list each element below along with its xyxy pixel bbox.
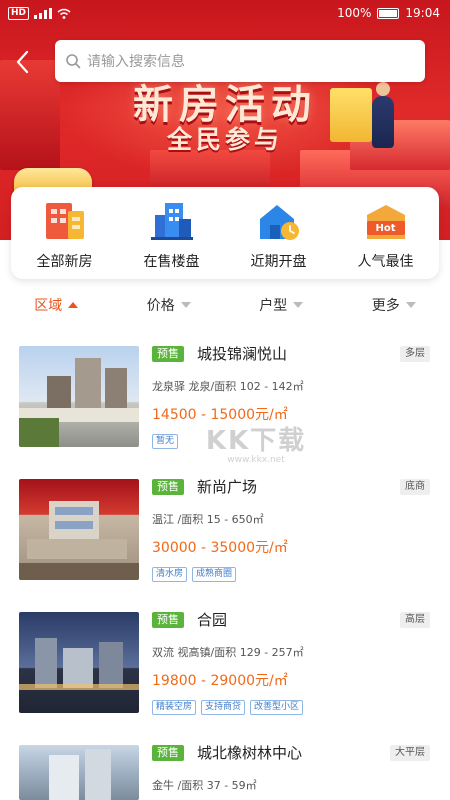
list-item[interactable]: 预售 新尚广场 底商 温江 /面积 15 - 650㎡ 30000 - 3500… (0, 478, 450, 599)
list-item[interactable]: 预售 城投锦澜悦山 多层 龙泉驿 龙泉/面积 102 - 142㎡ 14500 … (0, 345, 450, 466)
hot-badge: Hot (375, 223, 396, 234)
filter-bar: 区域 价格 户型 更多 (0, 290, 450, 320)
status-bar: HD 100% 19:04 (0, 0, 450, 28)
clock: 19:04 (405, 6, 440, 20)
search-input[interactable]: 请输入搜索信息 (55, 40, 425, 82)
listing-location: 温江 /面积 15 - 650㎡ (152, 513, 264, 526)
search-icon (66, 54, 81, 69)
back-button[interactable] (8, 46, 36, 78)
listing-name: 城投锦澜悦山 (197, 345, 288, 363)
listing-tags: 清水房 成熟商圈 (152, 567, 237, 582)
listing-price: 14500 - 15000元/㎡ (152, 407, 288, 423)
category-label: 在售楼盘 (143, 254, 200, 270)
banner-subtitle: 全民参与 (166, 125, 283, 154)
filter-price[interactable]: 价格 (113, 290, 226, 320)
category-on-sale[interactable]: 在售楼盘 (118, 187, 225, 279)
property-type-badge: 底商 (400, 479, 430, 495)
listing-tag: 成熟商圈 (192, 567, 237, 582)
buildings-icon (150, 203, 193, 240)
house-clock-icon (259, 205, 299, 240)
wifi-icon (57, 8, 71, 19)
caret-down-icon (293, 302, 304, 308)
presale-badge: 预售 (152, 745, 184, 761)
listing-tag: 清水房 (152, 567, 188, 582)
listing-price: 19800 - 29000元/㎡ (152, 673, 288, 689)
hd-badge: HD (8, 7, 30, 20)
category-all-houses[interactable]: 全部新房 (11, 187, 118, 279)
presale-badge: 预售 (152, 346, 184, 362)
filter-label: 户型 (259, 298, 288, 314)
listing-tag: 暂无 (152, 434, 179, 449)
listing-name: 新尚广场 (197, 478, 258, 496)
listing-location: 金牛 /面积 37 - 59㎡ (152, 779, 257, 792)
listing-tag: 支持商贷 (201, 700, 246, 715)
filter-layout[interactable]: 户型 (225, 290, 338, 320)
all-houses-icon (45, 203, 84, 239)
listing-name: 城北橡树林中心 (197, 744, 303, 762)
hot-icon: Hot (363, 201, 409, 241)
listing-image (19, 612, 139, 713)
filter-more[interactable]: 更多 (338, 290, 450, 320)
property-type-badge: 高层 (400, 612, 430, 628)
listing-image (19, 479, 139, 580)
category-label: 全部新房 (36, 254, 93, 270)
filter-region[interactable]: 区域 (0, 290, 113, 320)
property-type-badge: 多层 (400, 346, 430, 362)
chevron-left-icon (16, 50, 29, 74)
caret-down-icon (405, 302, 416, 308)
listing-image (19, 745, 139, 800)
filter-label: 价格 (146, 298, 175, 314)
battery-icon (377, 7, 400, 19)
caret-down-icon (180, 302, 191, 308)
battery-percent: 100% (337, 6, 372, 20)
listing-name: 合园 (197, 611, 228, 629)
listing-location: 龙泉驿 龙泉/面积 102 - 142㎡ (152, 380, 304, 393)
listing-tags: 精装空房 支持商贷 改善型小区 (152, 700, 304, 715)
listing-image (19, 346, 139, 447)
list-item[interactable]: 预售 合园 高层 双流 视高镇/面积 129 - 257㎡ 19800 - 29… (0, 611, 450, 732)
filter-label: 区域 (34, 298, 63, 314)
signal-icon (34, 8, 53, 19)
filter-label: 更多 (371, 298, 400, 314)
listing-tags: 暂无 (152, 434, 179, 449)
category-card: 全部新房 在售楼盘 近期开盘 Hot 人气最佳 (11, 187, 439, 279)
list-item[interactable]: 预售 城北橡树林中心 大平层 金牛 /面积 37 - 59㎡ (0, 744, 450, 800)
category-opening-soon[interactable]: 近期开盘 (225, 187, 332, 279)
listing-tag: 精装空房 (152, 700, 197, 715)
property-type-badge: 大平层 (390, 745, 430, 761)
category-label: 近期开盘 (250, 254, 307, 270)
listing-tag: 改善型小区 (250, 700, 304, 715)
category-popular[interactable]: Hot 人气最佳 (332, 187, 439, 279)
listing-location: 双流 视高镇/面积 129 - 257㎡ (152, 646, 304, 659)
presale-badge: 预售 (152, 479, 184, 495)
presale-badge: 预售 (152, 612, 184, 628)
search-placeholder: 请输入搜索信息 (87, 54, 185, 70)
listing-price: 30000 - 35000元/㎡ (152, 540, 288, 556)
caret-up-icon (68, 302, 79, 308)
category-label: 人气最佳 (357, 254, 414, 270)
